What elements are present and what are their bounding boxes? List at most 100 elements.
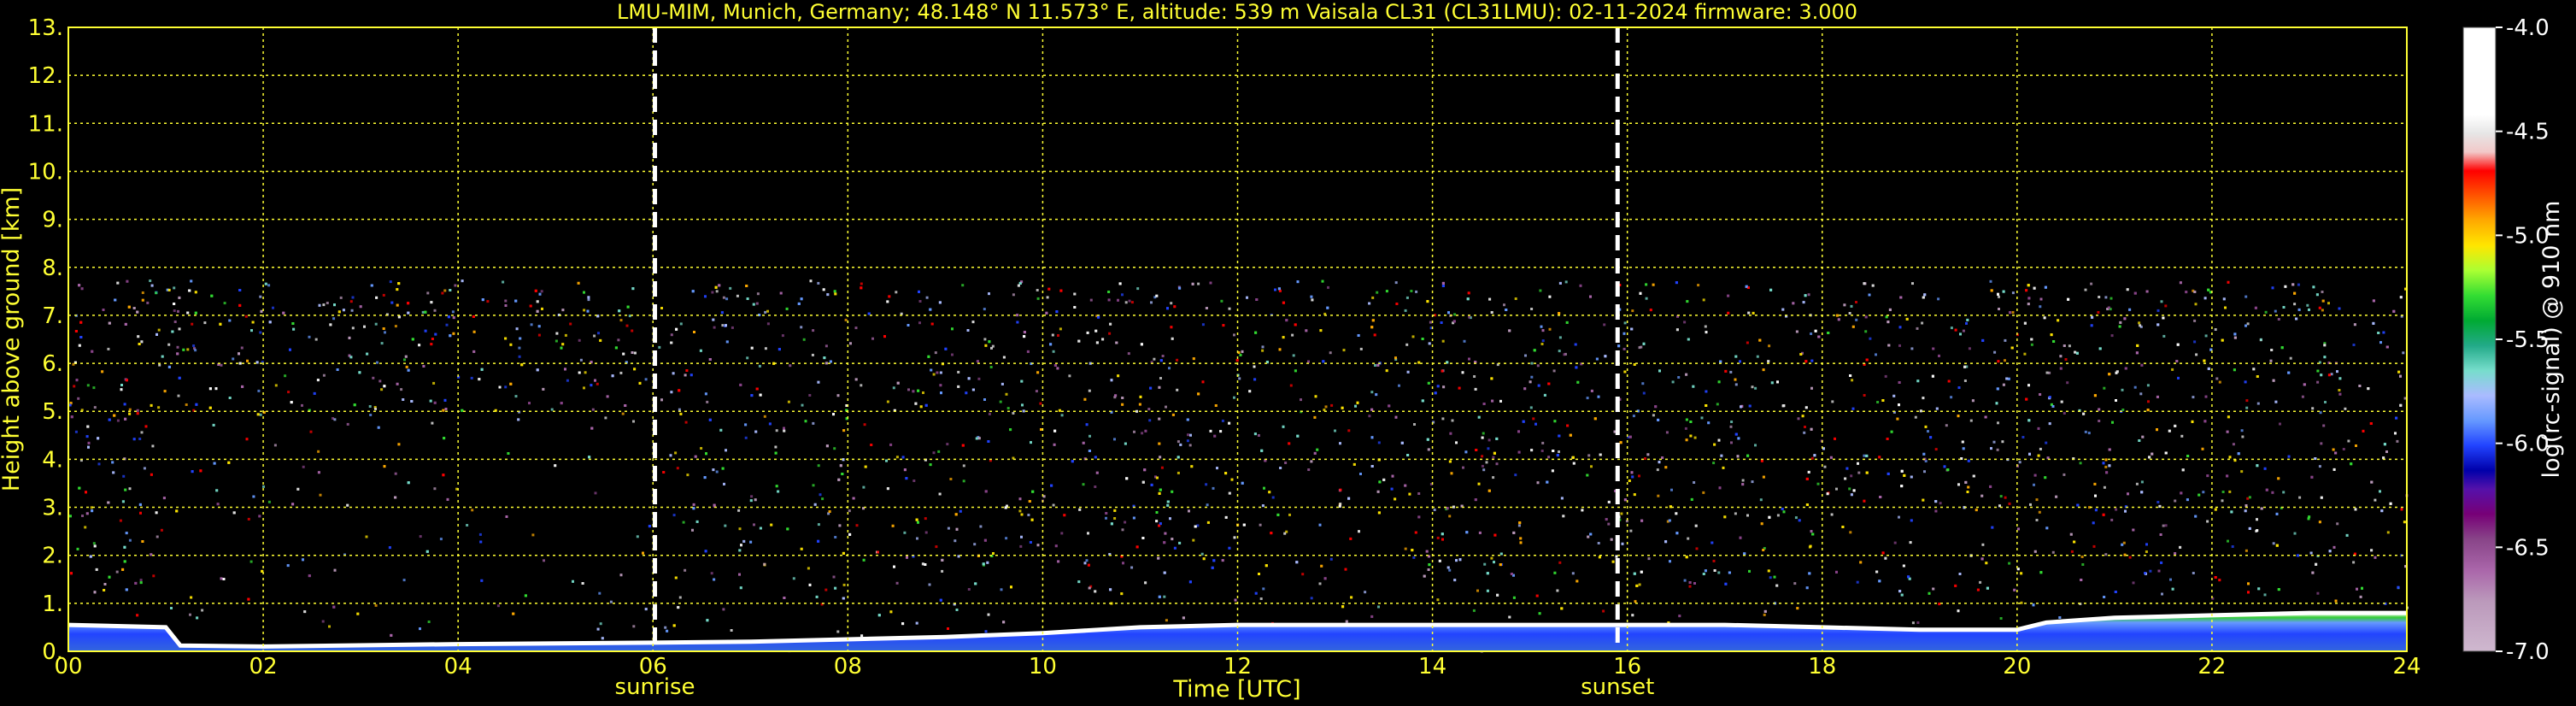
noise-pixel [1558,312,1561,315]
noise-pixel [1656,468,1659,472]
noise-pixel [1959,332,1962,336]
noise-pixel [199,469,202,473]
noise-pixel [1887,472,1890,475]
noise-pixel [1242,523,1246,527]
noise-pixel [400,388,403,391]
noise-pixel [1571,456,1575,459]
noise-pixel [1558,350,1561,353]
noise-pixel [2204,395,2208,398]
noise-pixel [583,309,586,312]
noise-pixel [1128,299,1131,303]
noise-pixel [901,622,905,626]
noise-pixel [2385,450,2388,453]
noise-pixel [1664,466,1668,469]
noise-pixel [2402,351,2405,355]
noise-pixel [1394,415,1398,419]
noise-pixel [947,627,949,630]
noise-pixel [1477,415,1481,419]
noise-pixel [1165,405,1167,409]
noise-pixel [2252,368,2256,371]
noise-pixel [1488,438,1491,442]
noise-pixel [774,451,777,455]
noise-pixel [1394,281,1398,285]
noise-pixel [2094,509,2098,512]
noise-pixel [867,312,871,315]
noise-pixel [1966,318,1969,321]
noise-pixel [309,430,313,433]
noise-pixel [770,523,773,527]
noise-pixel [746,356,749,360]
noise-pixel [703,476,707,479]
noise-pixel [1159,488,1162,491]
noise-pixel [1495,437,1499,440]
noise-pixel [2050,333,2053,337]
noise-pixel [2206,520,2209,523]
noise-pixel [1984,415,1987,419]
noise-pixel [425,550,429,553]
noise-pixel [1094,590,1097,593]
noise-pixel [710,572,713,575]
noise-pixel [2218,380,2221,384]
noise-pixel [714,285,718,289]
noise-pixel [2319,411,2322,415]
noise-pixel [587,296,590,299]
noise-pixel [2307,517,2310,521]
noise-pixel [394,325,397,328]
noise-pixel [1488,297,1492,301]
noise-pixel [2057,319,2060,322]
noise-pixel [2191,420,2194,423]
noise-pixel [1427,381,1430,385]
noise-pixel [176,352,179,356]
noise-pixel [660,398,663,402]
noise-pixel [2004,338,2007,342]
noise-pixel [1094,329,1098,332]
noise-pixel [1751,385,1754,389]
noise-pixel [1810,530,1813,533]
noise-pixel [1685,438,1688,442]
noise-pixel [191,322,194,326]
noise-pixel [1464,450,1468,454]
noise-pixel [74,330,78,332]
noise-pixel [346,503,349,507]
noise-pixel [1197,392,1200,396]
noise-pixel [662,471,666,474]
noise-pixel [1257,434,1260,437]
noise-pixel [1158,442,1161,445]
noise-pixel [1094,456,1097,459]
noise-pixel [1529,380,1532,384]
noise-pixel [1234,598,1237,602]
noise-pixel [2013,588,2016,591]
plot-area: sunrise sunset [67,26,2409,700]
noise-pixel [1635,584,1639,587]
noise-pixel [2126,288,2129,291]
noise-pixel [1639,291,1642,295]
noise-pixel [1665,431,1669,434]
noise-pixel [1969,419,1973,422]
noise-pixel [583,291,585,294]
noise-pixel [940,391,942,395]
noise-pixel [2231,545,2234,548]
noise-pixel [1415,290,1418,293]
noise-pixel [1632,415,1635,418]
noise-pixel [2222,297,2226,301]
noise-pixel [2063,412,2066,415]
noise-pixel [860,384,863,387]
noise-pixel [739,586,742,590]
noise-pixel [1529,406,1533,409]
noise-pixel [860,634,864,638]
noise-pixel [504,337,508,340]
noise-pixel [832,575,836,579]
noise-pixel [1967,485,1970,489]
noise-pixel [108,575,111,579]
noise-pixel [1857,462,1859,465]
noise-pixel [537,333,541,337]
noise-pixel [1045,311,1048,315]
noise-pixel [817,523,820,527]
noise-pixel [1533,349,1536,352]
noise-pixel [1486,589,1489,592]
noise-pixel [2228,490,2232,493]
noise-pixel [79,336,83,338]
noise-pixel [2039,571,2043,574]
noise-pixel [1922,397,1925,400]
noise-pixel [1105,512,1108,515]
